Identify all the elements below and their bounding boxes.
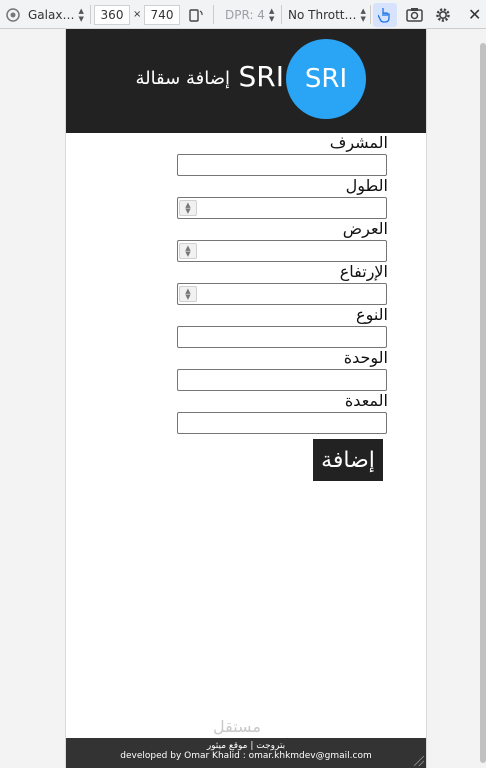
toolbar-divider bbox=[370, 5, 371, 24]
throttle-selector[interactable]: No Thrott… ▲ ▼ bbox=[288, 0, 366, 29]
height-input[interactable]: 740 bbox=[144, 4, 180, 25]
devtools-device-toolbar: Galax… ▲ ▼ 360 × 740 DPR: 4 ▲ ▼ No Thrott…… bbox=[0, 0, 486, 29]
chevron-updown-icon: ▲ ▼ bbox=[268, 6, 275, 23]
scroll-thumb[interactable] bbox=[480, 43, 486, 763]
screenshot-button[interactable] bbox=[406, 0, 423, 29]
chevron-updown-icon: ▲ ▼ bbox=[78, 6, 84, 23]
page-title: إضافة سقالة bbox=[135, 68, 230, 89]
width-input[interactable]: 360 bbox=[94, 4, 130, 25]
watermark: مستقل bbox=[213, 717, 261, 736]
hand-pointer-icon bbox=[378, 7, 390, 23]
rotate-icon bbox=[189, 8, 203, 22]
unit-label: الوحدة bbox=[343, 348, 388, 367]
touch-toggle-button[interactable] bbox=[373, 0, 397, 29]
type-label: النوع bbox=[356, 305, 388, 324]
type-input[interactable] bbox=[177, 326, 387, 348]
device-selector[interactable]: Galax… ▲ ▼ bbox=[6, 0, 84, 29]
supervisor-input[interactable] bbox=[177, 154, 387, 176]
length-label: الطول bbox=[345, 176, 388, 195]
throttle-label: No Thrott… bbox=[288, 7, 357, 22]
height-label: الإرتفاع bbox=[339, 262, 388, 281]
resize-handle-icon[interactable] bbox=[414, 756, 424, 766]
site-footer: بتروجت | موقع ميثور developed by Omar Kh… bbox=[66, 738, 426, 768]
length-spinner-icon[interactable]: ▲ ▼ bbox=[179, 200, 197, 216]
gear-icon bbox=[436, 7, 450, 22]
footer-credit: developed by Omar Khalid : omar.khkmdev@… bbox=[120, 751, 372, 761]
width-spinner-icon[interactable]: ▲ ▼ bbox=[179, 243, 197, 259]
height-input-field[interactable] bbox=[177, 283, 387, 305]
device-name: Galax… bbox=[28, 7, 75, 22]
dpr-label: DPR: 4 bbox=[225, 7, 265, 22]
width-input-field[interactable] bbox=[177, 240, 387, 262]
brand-name: SRI bbox=[238, 60, 285, 93]
page-scrollbar[interactable] bbox=[480, 29, 486, 768]
width-label: العرض bbox=[342, 219, 388, 238]
dpr-selector[interactable]: DPR: 4 ▲ ▼ bbox=[225, 0, 274, 29]
toolbar-divider bbox=[213, 5, 214, 24]
add-button[interactable]: إضافة bbox=[313, 439, 383, 481]
toolbar-divider bbox=[90, 5, 91, 24]
close-icon: ✕ bbox=[468, 5, 482, 24]
equipment-label: المعدة bbox=[344, 391, 388, 410]
toolbar-divider bbox=[281, 5, 282, 24]
height-spinner-icon[interactable]: ▲ ▼ bbox=[179, 286, 197, 302]
emulated-page: SRI SRI إضافة سقالة المشرف الطول ▲ ▼ العر… bbox=[66, 29, 426, 768]
chrome-icon bbox=[6, 7, 20, 22]
unit-input[interactable] bbox=[177, 369, 387, 391]
supervisor-label: المشرف bbox=[329, 133, 388, 152]
logo: SRI bbox=[286, 39, 366, 119]
length-input[interactable] bbox=[177, 197, 387, 219]
site-header: SRI SRI إضافة سقالة bbox=[66, 29, 426, 133]
chevron-updown-icon: ▲ ▼ bbox=[360, 6, 366, 23]
equipment-input[interactable] bbox=[177, 412, 387, 434]
footer-company: بتروجت | موقع ميثور bbox=[206, 741, 286, 751]
close-button[interactable]: ✕ bbox=[468, 0, 481, 29]
rotate-button[interactable] bbox=[188, 0, 204, 29]
times-sign: × bbox=[133, 9, 142, 20]
settings-button[interactable] bbox=[435, 0, 451, 29]
camera-icon bbox=[406, 8, 423, 22]
